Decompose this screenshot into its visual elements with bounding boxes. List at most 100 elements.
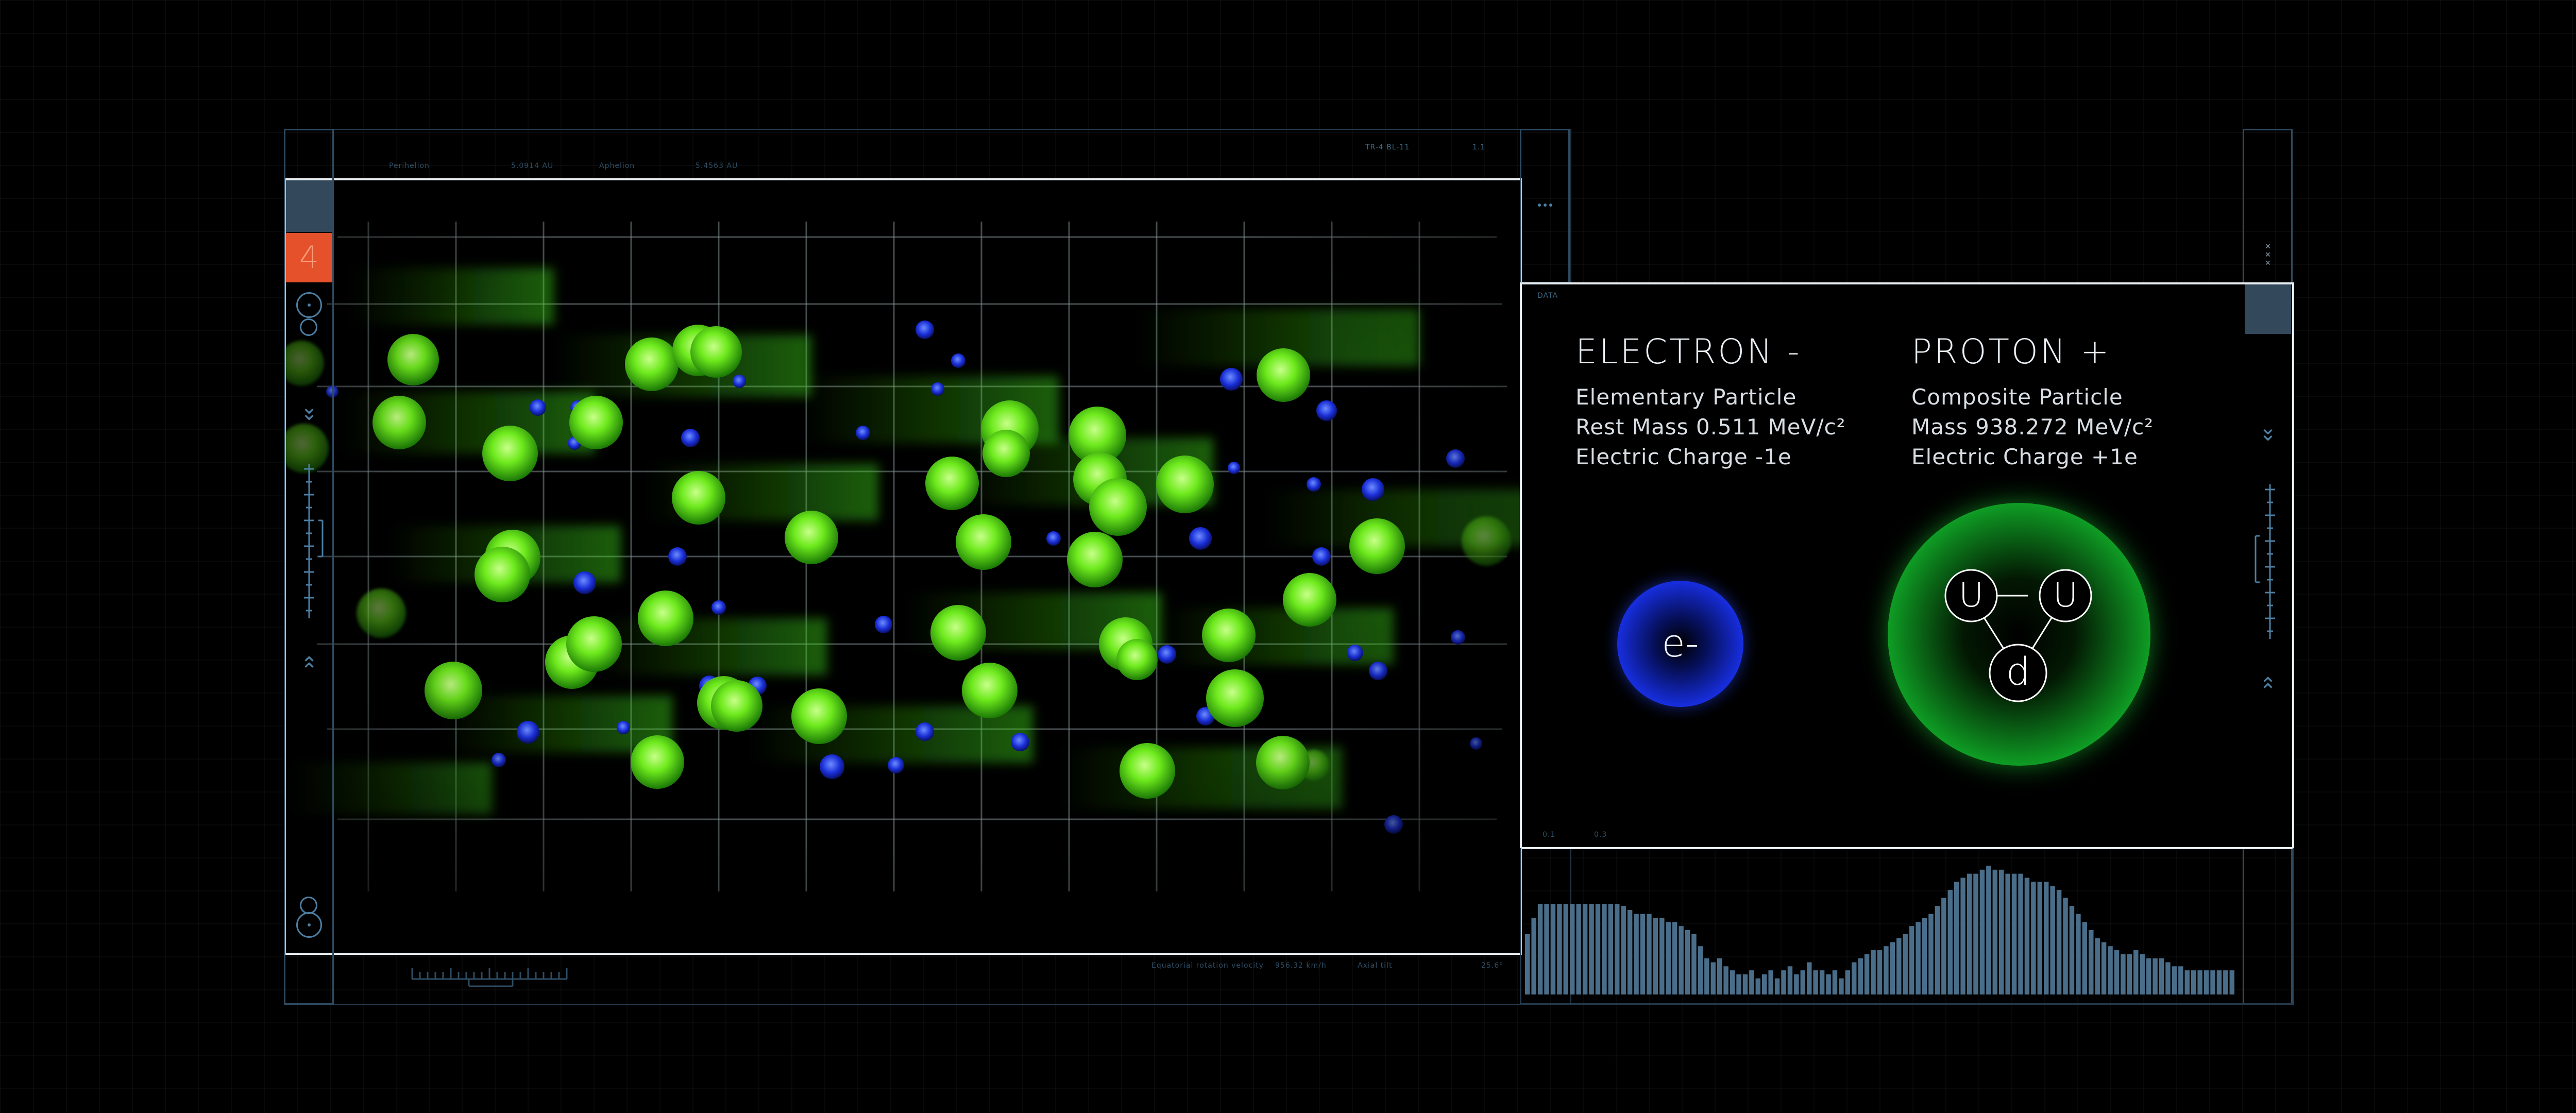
- histogram-bar: [1589, 904, 1594, 994]
- histogram-bar: [1871, 950, 1876, 994]
- histogram-bar: [1877, 950, 1883, 994]
- histogram-bar: [2063, 898, 2068, 994]
- histogram-bar: [1826, 974, 1831, 994]
- scale-ruler-icon[interactable]: [294, 459, 325, 623]
- histogram-bar: [1807, 962, 1812, 994]
- histogram-bar: [1794, 974, 1799, 994]
- histogram-bar: [1550, 904, 1556, 994]
- aphelion-value: 5.4563 AU: [696, 162, 738, 170]
- histogram-bar: [1730, 970, 1735, 994]
- histogram-bar: [1608, 904, 1614, 994]
- histogram-bar: [1647, 914, 1652, 994]
- histogram-bar: [2229, 970, 2234, 994]
- histogram-bar: [1890, 942, 1895, 994]
- quark-up-1: U: [1958, 575, 1984, 615]
- histogram-bar: [1768, 970, 1773, 994]
- histogram-bar: [2005, 873, 2010, 994]
- right-sidebar-cell[interactable]: [2245, 284, 2291, 334]
- viewport-vignette: [286, 180, 1520, 953]
- histogram-bar: [1621, 906, 1626, 994]
- target-ring-icon[interactable]: [296, 292, 322, 318]
- histogram-bar: [1916, 922, 1921, 994]
- histogram-bar: [1935, 906, 1940, 994]
- histogram-bar: [2114, 950, 2120, 994]
- histogram-bar: [1723, 966, 1728, 994]
- histogram-bar: [2076, 914, 2081, 994]
- histogram-bar: [1704, 958, 1709, 994]
- histogram-bar: [1774, 978, 1780, 994]
- axial-tilt-label: Axial tilt: [1358, 962, 1393, 970]
- histogram-bar: [1653, 918, 1658, 994]
- histogram-bar: [2146, 958, 2151, 994]
- histogram-bar: [1557, 904, 1562, 994]
- histogram-bar: [2184, 970, 2190, 994]
- histogram-bar: [1749, 970, 1754, 994]
- histogram-bar: [2050, 886, 2055, 994]
- histogram-bar: [1813, 970, 1818, 994]
- histogram-bar: [1537, 904, 1543, 994]
- histogram-bar: [1710, 962, 1716, 994]
- histogram-bar: [1967, 873, 1972, 994]
- histogram-bar: [1582, 904, 1588, 994]
- quark-down: d: [2006, 650, 2030, 694]
- axial-tilt-value: 25.6°: [1481, 962, 1504, 970]
- histogram-bar: [1781, 970, 1786, 994]
- quark-diagram: [1944, 569, 2092, 702]
- histogram-bar: [1666, 922, 1671, 994]
- histogram-bar: [1864, 954, 1870, 994]
- histogram-bar: [1672, 922, 1677, 994]
- histogram-bar: [2024, 878, 2030, 994]
- right-chevron-double-up-icon[interactable]: ⌃ ⌃: [2251, 675, 2284, 716]
- target-ring-small-icon: [300, 318, 317, 336]
- particle-viewport[interactable]: [284, 178, 1522, 955]
- quark-up-2: U: [2053, 575, 2078, 615]
- histogram-bar: [2204, 970, 2209, 994]
- histogram-bar: [1627, 909, 1633, 994]
- histogram-bar: [1999, 869, 2004, 994]
- histogram-bar: [1992, 869, 1997, 994]
- histogram-bar: [1858, 958, 1863, 994]
- histogram-bar: [2197, 970, 2202, 994]
- histogram-bar: [2216, 970, 2222, 994]
- target-ring-icon-bottom[interactable]: [296, 912, 322, 938]
- top-right-code: TR-4 BL-11: [1365, 143, 1410, 151]
- histogram-bar: [1896, 938, 1902, 994]
- perihelion-label: Perihelion: [389, 162, 430, 170]
- histogram-bar: [1800, 970, 1806, 994]
- perihelion-value: 5.0914 AU: [511, 162, 554, 170]
- histogram-bar: [1787, 966, 1793, 994]
- histogram-bar: [2153, 958, 2158, 994]
- histogram-bar: [1819, 970, 1825, 994]
- histogram-bar: [2031, 882, 2036, 994]
- right-scale-ruler-icon[interactable]: [2251, 479, 2284, 644]
- histogram-bar: [1954, 882, 1959, 994]
- chevron-double-down-icon[interactable]: ⌄ ⌄: [294, 397, 325, 438]
- histogram-bar: [2069, 906, 2075, 994]
- histogram-bar: [1903, 934, 1908, 994]
- sidebar-active-number[interactable]: 4: [286, 233, 332, 282]
- proton-title: PROTON +: [1911, 332, 2111, 372]
- electron-type: Elementary Particle: [1575, 384, 1797, 410]
- histogram-bar: [2172, 966, 2177, 994]
- right-chevron-double-down-icon[interactable]: ⌄ ⌄: [2251, 417, 2284, 459]
- histogram-bar: [1742, 974, 1748, 994]
- close-icon[interactable]: × × ×: [2258, 242, 2278, 267]
- chevron-double-up-icon[interactable]: ⌃ ⌃: [294, 654, 325, 696]
- electron-mass: Rest Mass 0.511 MeV/c²: [1575, 414, 1846, 440]
- histogram-bar: [1659, 918, 1665, 994]
- rotation-velocity-value: 956.32 km/h: [1275, 962, 1327, 970]
- sidebar-top-cell[interactable]: [286, 180, 332, 232]
- histogram-bar: [1986, 866, 1991, 994]
- histogram-bar: [1928, 914, 1934, 994]
- histogram-bar: [1960, 878, 1965, 994]
- histogram-bar: [1755, 978, 1760, 994]
- aphelion-label: Aphelion: [599, 162, 635, 170]
- histogram-bar: [1531, 918, 1536, 994]
- connector-dots-icon: [1538, 204, 1552, 210]
- electron-charge: Electric Charge -1e: [1575, 444, 1792, 469]
- histogram-bar: [1852, 962, 1857, 994]
- proton-type: Composite Particle: [1911, 384, 2123, 410]
- histogram-bar: [1736, 974, 1741, 994]
- histogram-bar: [1525, 934, 1530, 994]
- histogram-bar: [1845, 970, 1851, 994]
